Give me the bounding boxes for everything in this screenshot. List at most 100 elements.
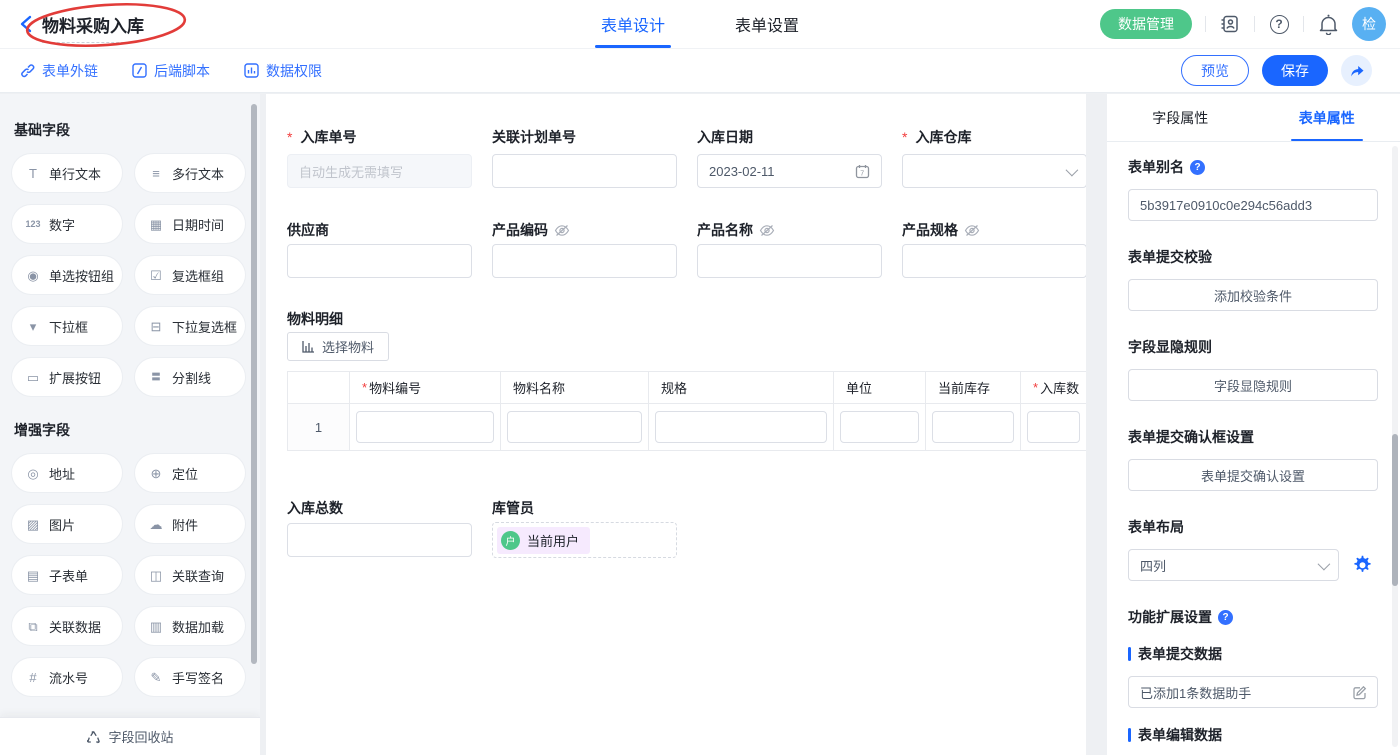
field-label-product-name: 产品名称 — [697, 220, 775, 240]
chevron-down-icon — [1318, 557, 1331, 570]
current-user-tag[interactable]: 户 当前用户 — [497, 527, 590, 554]
layout-select[interactable]: 四列 — [1128, 549, 1339, 581]
divider — [1303, 16, 1304, 32]
tab-form-design[interactable]: 表单设计 — [597, 0, 669, 48]
inbound-date-input[interactable]: 2023-02-11 7 — [697, 154, 882, 188]
tab-form-properties[interactable]: 表单属性 — [1254, 94, 1400, 141]
panel-scrollbar-thumb[interactable] — [1392, 434, 1398, 586]
unit-input[interactable] — [840, 411, 919, 443]
form-alias-input[interactable]: 5b3917e0910c0e294c56add3 — [1128, 189, 1378, 221]
cell-spec — [649, 404, 834, 450]
eye-off-icon — [759, 224, 775, 237]
tab-form-settings[interactable]: 表单设置 — [731, 0, 803, 48]
section-title-basic-fields: 基础字段 — [14, 120, 248, 140]
product-spec-input[interactable] — [902, 244, 1086, 278]
field-label-product-code: 产品编码 — [492, 220, 570, 240]
divider-icon: 〓 — [148, 373, 164, 382]
col-header-inbound-qty: *入库数 — [1021, 372, 1086, 404]
notification-bell-icon[interactable] — [1317, 13, 1339, 35]
select-material-button[interactable]: 选择物料 — [287, 332, 389, 361]
sidebar-scrollbar[interactable] — [251, 104, 257, 664]
cell-material-code — [350, 404, 501, 450]
field-item-geolocation[interactable]: ⊕定位 — [135, 454, 245, 492]
spec-input[interactable] — [655, 411, 827, 443]
link-icon — [20, 63, 35, 78]
preview-button[interactable]: 预览 — [1181, 55, 1249, 86]
field-item-datetime[interactable]: ▦日期时间 — [135, 205, 245, 243]
field-item-extend-button[interactable]: ▭扩展按钮 — [12, 358, 122, 396]
top-header: 物料采购入库 表单设计 表单设置 数据管理 ? — [0, 0, 1400, 48]
extension-settings-label: 功能扩展设置 ? — [1128, 607, 1378, 627]
calendar-icon: 7 — [855, 164, 870, 179]
field-item-radio-group[interactable]: ◉单选按钮组 — [12, 256, 122, 294]
field-visibility-button[interactable]: 字段显隐规则 — [1128, 369, 1378, 401]
total-qty-input[interactable] — [287, 523, 472, 557]
section-title-enhanced-fields: 增强字段 — [14, 420, 248, 440]
cell-material-name — [501, 404, 649, 450]
panel-tabs: 字段属性 表单属性 — [1107, 94, 1400, 142]
field-item-subform[interactable]: ▤子表单 — [12, 556, 122, 594]
plan-no-input[interactable] — [492, 154, 677, 188]
field-item-relation-query[interactable]: ◫关联查询 — [135, 556, 245, 594]
field-recycle-bin[interactable]: 字段回收站 — [0, 717, 260, 755]
col-header-spec: 规格 — [649, 372, 834, 404]
layout-gear-icon[interactable] — [1352, 555, 1373, 576]
number-icon: 123 — [25, 220, 41, 229]
material-code-input[interactable] — [356, 411, 494, 443]
header-actions: 数据管理 ? 检 — [1100, 0, 1386, 48]
field-item-single-text[interactable]: T单行文本 — [12, 154, 122, 192]
form-external-link[interactable]: 表单外链 — [20, 61, 98, 81]
field-item-divider[interactable]: 〓分割线 — [135, 358, 245, 396]
help-icon[interactable]: ? — [1218, 610, 1233, 625]
chart-square-icon — [244, 63, 259, 78]
field-item-multi-text[interactable]: ≡多行文本 — [135, 154, 245, 192]
product-name-input[interactable] — [697, 244, 882, 278]
warehouse-select[interactable] — [902, 154, 1086, 188]
row-index-cell: 1 — [288, 404, 350, 450]
data-manage-button[interactable]: 数据管理 — [1100, 9, 1192, 39]
subform-title: 物料明细 — [287, 309, 343, 329]
chevron-down-icon — [1066, 163, 1079, 176]
help-icon[interactable]: ? — [1268, 13, 1290, 35]
enhanced-fields-grid: ◎地址 ⊕定位 ▨图片 ☁附件 ▤子表单 ◫关联查询 ⧉关联数据 ▥数据加载 #… — [12, 454, 248, 696]
field-item-multi-select[interactable]: ⊟下拉复选框 — [135, 307, 245, 345]
supplier-input[interactable] — [287, 244, 472, 278]
field-item-attachment[interactable]: ☁附件 — [135, 505, 245, 543]
backend-script-link[interactable]: 后端脚本 — [132, 61, 210, 81]
data-permission-link[interactable]: 数据权限 — [244, 61, 322, 81]
col-header-index — [288, 372, 350, 404]
product-code-input[interactable] — [492, 244, 677, 278]
inbound-no-input[interactable]: 自动生成无需填写 — [287, 154, 472, 188]
field-item-signature[interactable]: ✎手写签名 — [135, 658, 245, 696]
checkbox-icon: ☑ — [148, 269, 164, 282]
col-header-material-name: 物料名称 — [501, 372, 649, 404]
contact-book-icon[interactable] — [1219, 13, 1241, 35]
field-item-relation-data[interactable]: ⧉关联数据 — [12, 607, 122, 645]
add-validate-condition-button[interactable]: 添加校验条件 — [1128, 279, 1378, 311]
toolbar-actions: 预览 保存 — [1181, 55, 1372, 86]
accent-bar — [1128, 728, 1131, 742]
field-item-select[interactable]: ▾下拉框 — [12, 307, 122, 345]
inbound-qty-input[interactable] — [1027, 411, 1080, 443]
field-item-serial-number[interactable]: #流水号 — [12, 658, 122, 696]
field-visibility-label: 字段显隐规则 — [1128, 337, 1378, 357]
save-button[interactable]: 保存 — [1262, 55, 1328, 86]
edit-icon[interactable] — [1352, 685, 1367, 700]
stock-input[interactable] — [932, 411, 1014, 443]
user-avatar[interactable]: 检 — [1352, 7, 1386, 41]
share-button[interactable] — [1341, 55, 1372, 86]
image-icon: ▨ — [25, 518, 41, 531]
submit-confirm-button[interactable]: 表单提交确认设置 — [1128, 459, 1378, 491]
field-label-inbound-no: *入库单号 — [287, 127, 356, 147]
tab-field-properties[interactable]: 字段属性 — [1107, 94, 1254, 141]
warehouse-keeper-field[interactable]: 户 当前用户 — [492, 522, 677, 558]
field-item-address[interactable]: ◎地址 — [12, 454, 122, 492]
help-icon[interactable]: ? — [1190, 160, 1205, 175]
material-name-input[interactable] — [507, 411, 642, 443]
field-item-image[interactable]: ▨图片 — [12, 505, 122, 543]
field-item-data-load[interactable]: ▥数据加载 — [135, 607, 245, 645]
field-item-checkbox-group[interactable]: ☑复选框组 — [135, 256, 245, 294]
field-item-number[interactable]: 123数字 — [12, 205, 122, 243]
submit-data-box[interactable]: 已添加1条数据助手 — [1128, 676, 1378, 708]
field-label-product-spec: 产品规格 — [902, 220, 980, 240]
